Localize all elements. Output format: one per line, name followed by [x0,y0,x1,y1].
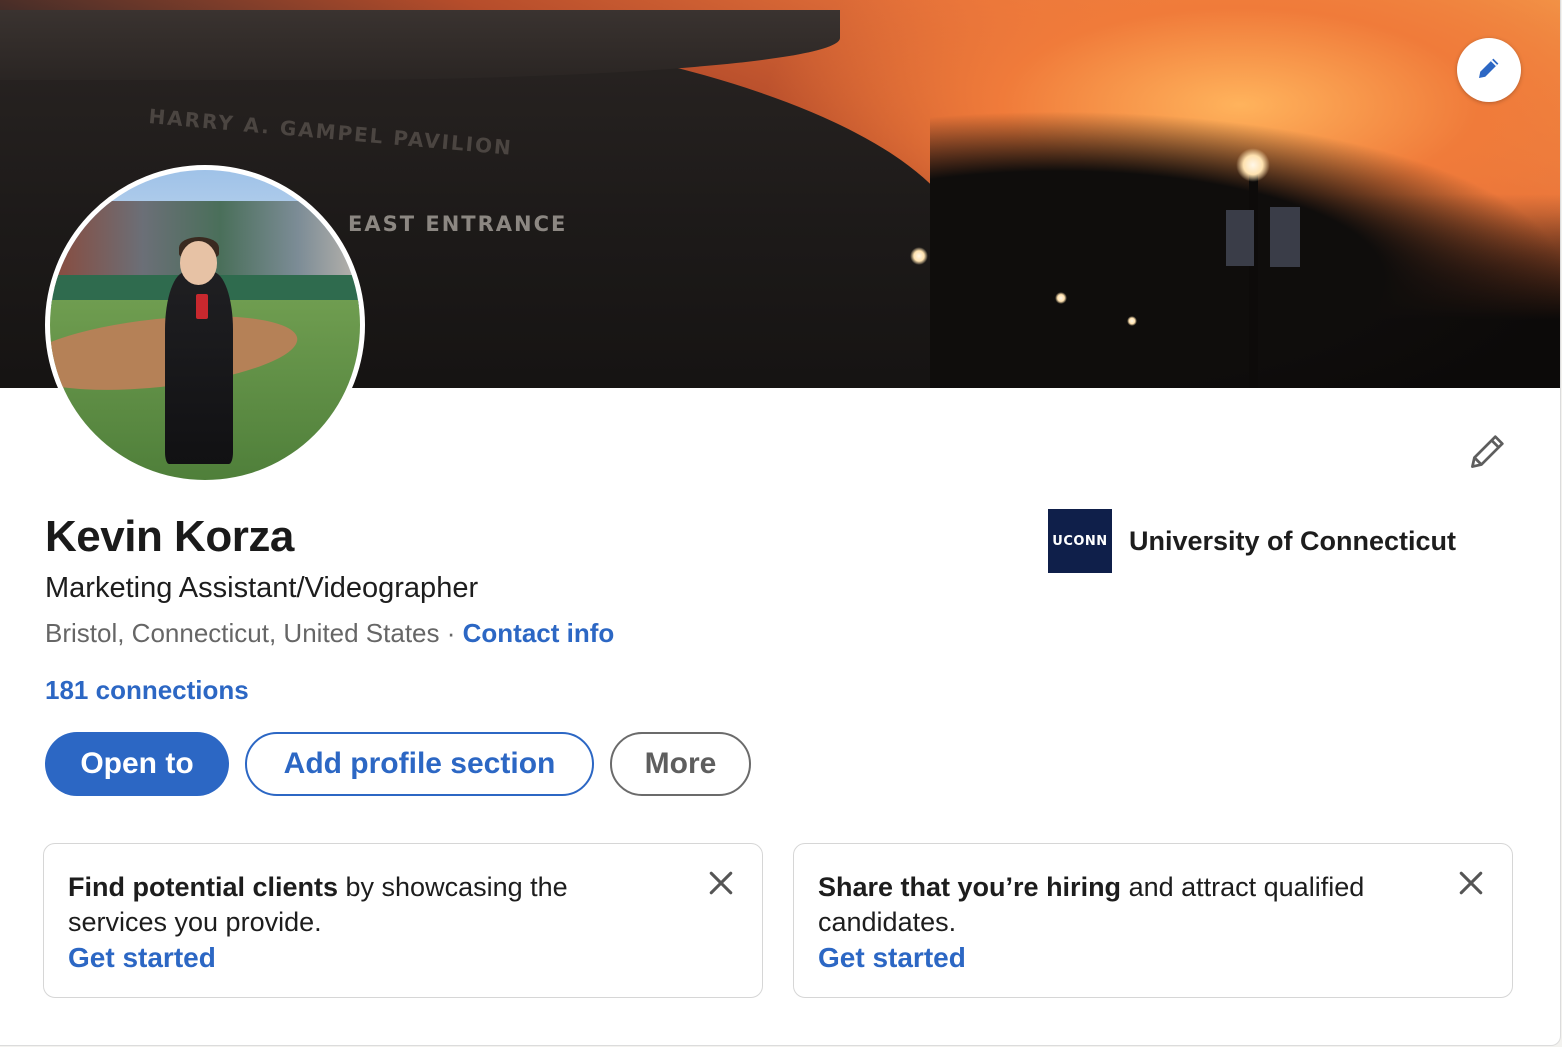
location-row: Bristol, Connecticut, United States · Co… [45,618,614,649]
profile-name: Kevin Korza [45,512,294,561]
lamp-post [1249,170,1258,388]
edit-intro-button[interactable] [1463,428,1513,478]
profile-card: HARRY A. GAMPEL PAVILION EAST ENTRANCE K… [0,0,1561,1046]
more-button[interactable]: More [610,732,751,796]
separator: · [439,618,463,648]
promo-text: Share that you’re hiring and attract qua… [818,872,1365,937]
promo-card-clients: Find potential clients by showcasing the… [43,843,763,998]
promo-card-hiring: Share that you’re hiring and attract qua… [793,843,1513,998]
contact-info-link[interactable]: Contact info [463,618,615,648]
connections-link[interactable]: 181 connections [45,675,249,706]
dismiss-button[interactable] [704,868,738,902]
school-name: University of Connecticut [1129,525,1457,556]
open-to-button[interactable]: Open to [45,732,229,796]
dismiss-button[interactable] [1454,868,1488,902]
close-icon [708,870,734,901]
pencil-icon [1466,429,1510,478]
edit-cover-button[interactable] [1457,38,1521,102]
education-link[interactable]: UCONN University of Connecticut [1048,509,1456,573]
close-icon [1458,870,1484,901]
avatar[interactable] [45,165,365,485]
school-logo: UCONN [1048,509,1112,573]
get-started-link[interactable]: Get started [68,942,216,974]
entrance-sign: EAST ENTRANCE [348,212,568,236]
add-profile-section-button[interactable]: Add profile section [245,732,594,796]
profile-location: Bristol, Connecticut, United States [45,618,440,648]
pencil-icon [1474,53,1504,88]
get-started-link[interactable]: Get started [818,942,966,974]
promo-text: Find potential clients by showcasing the… [68,872,568,937]
profile-headline: Marketing Assistant/Videographer [45,572,479,604]
